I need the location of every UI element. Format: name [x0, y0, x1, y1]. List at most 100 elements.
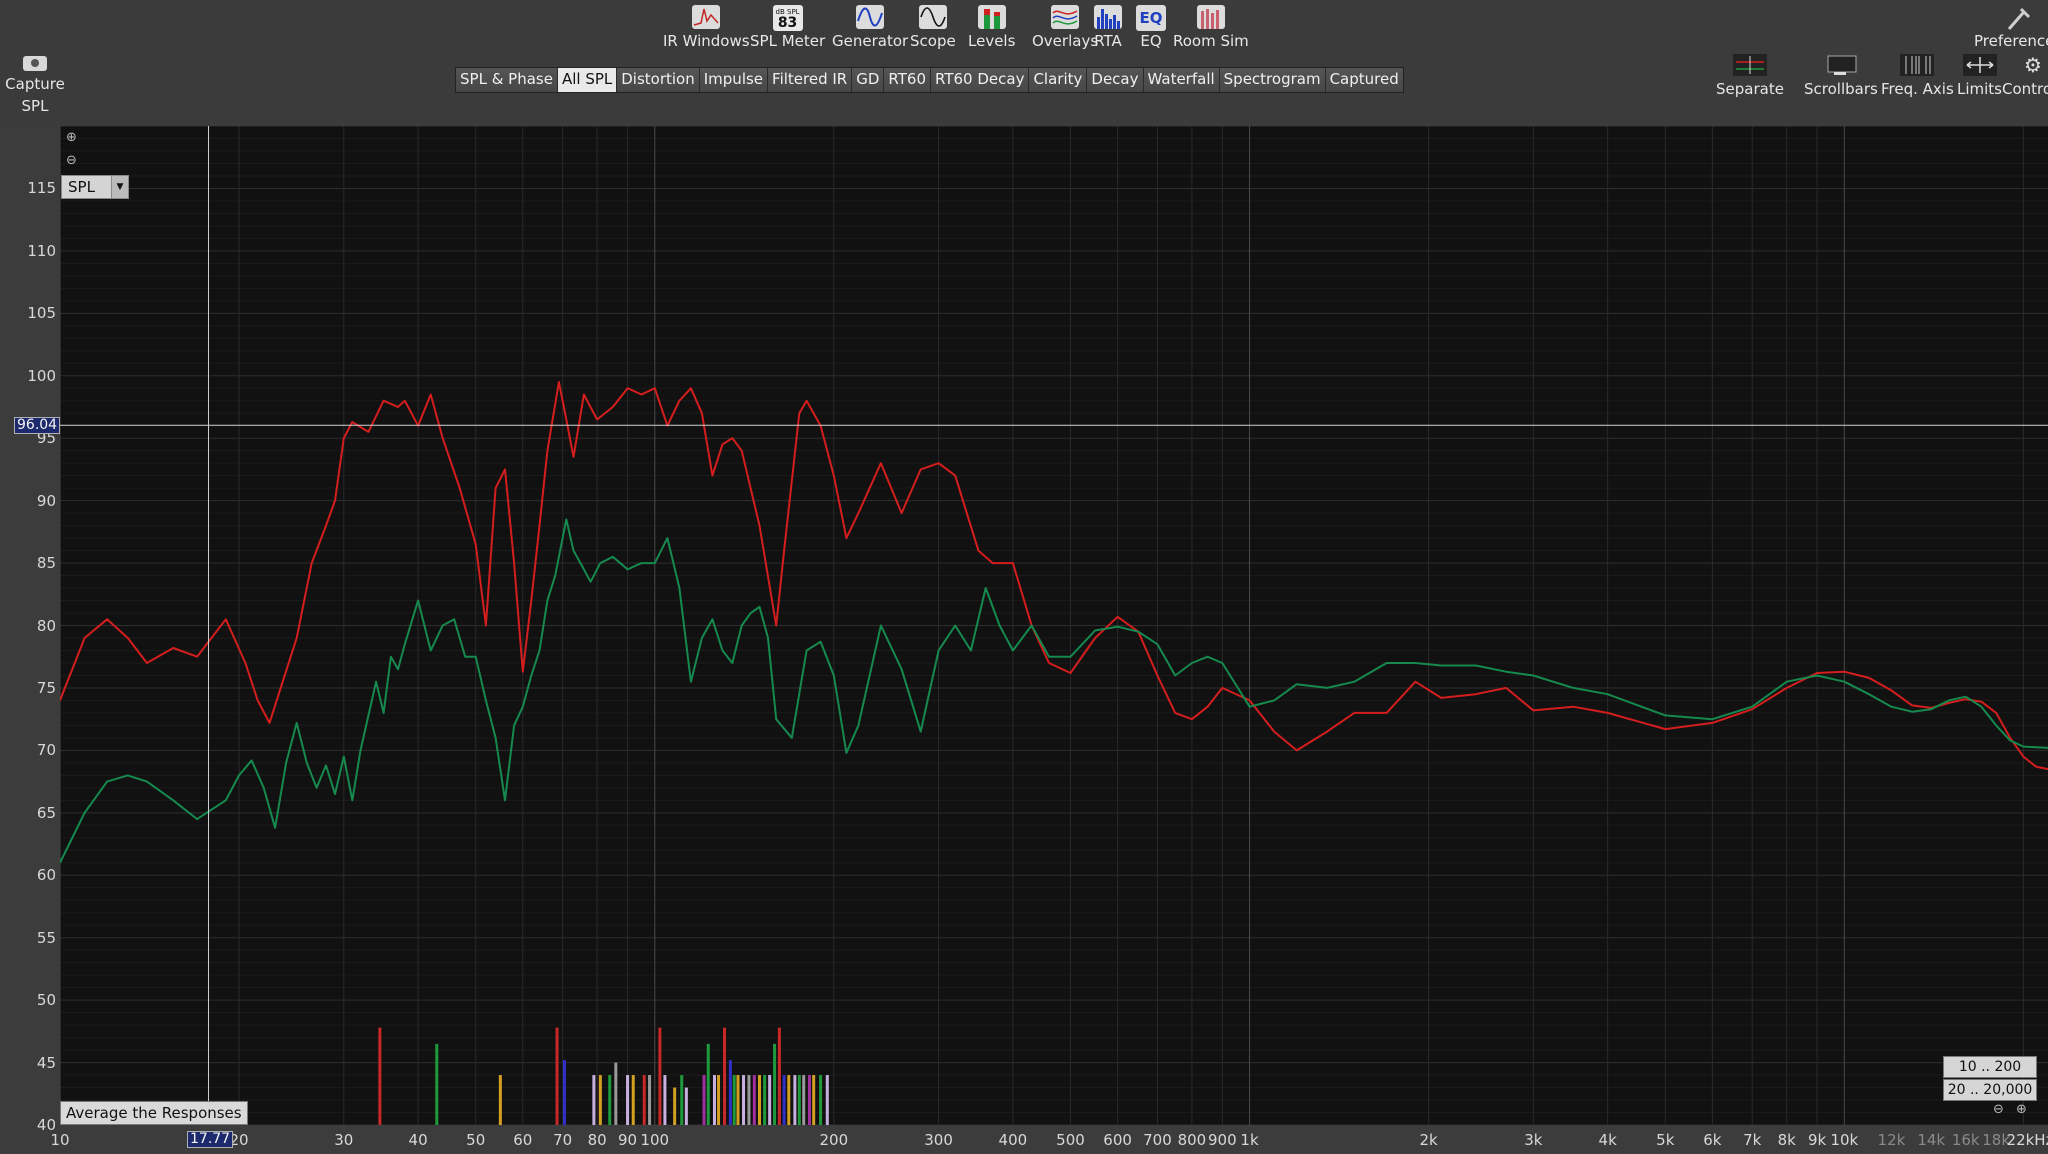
- preferences-button[interactable]: Preferences: [1974, 0, 2048, 50]
- limits-label: Limits: [1957, 80, 2002, 98]
- x-tick-label: 3k: [1524, 1131, 1543, 1149]
- x-tick-label: 900: [1208, 1131, 1237, 1149]
- levels-label: Levels: [968, 32, 1016, 50]
- y-tick-label: 110: [27, 241, 56, 260]
- spl-meter-button[interactable]: dB SPL 83 SPL Meter: [750, 0, 825, 50]
- separate-label: Separate: [1716, 80, 1784, 98]
- rta-button[interactable]: RTA: [1093, 0, 1123, 50]
- y-tick-label: 60: [36, 866, 56, 885]
- x-tick-label: 5k: [1656, 1131, 1675, 1149]
- scrollbars-button[interactable]: Scrollbars: [1804, 54, 1878, 98]
- y-tick-label: 90: [36, 491, 56, 510]
- tab-decay[interactable]: Decay: [1087, 68, 1144, 92]
- tab-impulse[interactable]: Impulse: [699, 68, 769, 92]
- tab-waterfall[interactable]: Waterfall: [1143, 68, 1220, 92]
- x-tick-label: 200: [819, 1131, 849, 1149]
- x-tick-label: 12k: [1877, 1131, 1906, 1149]
- y-tick-label: 80: [36, 616, 56, 635]
- x-tick-label: 8k: [1777, 1131, 1796, 1149]
- spl-dropdown[interactable]: SPL ▼: [61, 175, 129, 199]
- ir-windows-icon: [691, 5, 721, 31]
- tab-distortion[interactable]: Distortion: [617, 68, 700, 92]
- controls-button[interactable]: ⚙ Controls: [2002, 54, 2048, 98]
- preferences-label: Preferences: [1974, 32, 2048, 50]
- zoom-in-x-icon[interactable]: ⊕: [2016, 1102, 2027, 1117]
- separate-button[interactable]: Separate: [1716, 54, 1784, 98]
- scope-label: Scope: [910, 32, 956, 50]
- eq-badge: EQ: [1139, 9, 1163, 27]
- x-tick-label: 70: [553, 1131, 573, 1149]
- ir-windows-button[interactable]: IR Windows: [663, 0, 750, 50]
- range-10-200-button[interactable]: 10 .. 200: [1943, 1056, 2037, 1078]
- capture-label-1: Capture: [5, 75, 65, 93]
- toolbar: Capture SPL IR Windows dB SPL 83 SPL Met…: [0, 0, 2048, 126]
- freq-axis-button[interactable]: Freq. Axis: [1881, 54, 1954, 98]
- x-tick-label: 90: [618, 1131, 638, 1149]
- y-tick-label: 85: [36, 554, 56, 573]
- levels-icon: [977, 5, 1007, 31]
- cursor-x-readout: 17.77: [187, 1131, 234, 1148]
- tab-spectrogram[interactable]: Spectrogram: [1219, 68, 1326, 92]
- zoom-in-icon[interactable]: ⊕: [66, 130, 77, 145]
- tab-clarity[interactable]: Clarity: [1029, 68, 1088, 92]
- levels-button[interactable]: Levels: [968, 0, 1015, 50]
- scrollbars-icon: [1824, 54, 1858, 76]
- generator-icon: [855, 5, 885, 31]
- scrollbars-label: Scrollbars: [1804, 80, 1878, 98]
- spl-meter-badge: 83: [777, 15, 798, 31]
- x-tick-label: 600: [1103, 1131, 1132, 1149]
- range-20-20000-button[interactable]: 20 .. 20,000: [1943, 1079, 2037, 1101]
- spl-meter-label: SPL Meter: [750, 32, 826, 50]
- tab-all-spl[interactable]: All SPL: [557, 68, 618, 92]
- y-tick-label: 105: [27, 304, 56, 323]
- x-tick-label: 60: [513, 1131, 533, 1149]
- series-line-2: [60, 518, 2048, 864]
- zoom-out-icon[interactable]: ⊖: [66, 153, 77, 168]
- x-tick-label: 10: [50, 1131, 70, 1149]
- eq-label: EQ: [1140, 32, 1162, 50]
- separate-icon: [1732, 54, 1767, 76]
- tab-spl-phase[interactable]: SPL & Phase: [456, 68, 558, 92]
- eq-button[interactable]: EQ EQ: [1136, 0, 1166, 50]
- camera-icon: [23, 56, 47, 71]
- x-tick-label: 7k: [1743, 1131, 1762, 1149]
- x-tick-label: 6k: [1703, 1131, 1722, 1149]
- scope-icon: [918, 5, 948, 31]
- spl-graph[interactable]: [60, 126, 2048, 1125]
- x-tick-label: 14k: [1917, 1131, 1946, 1149]
- tab-rt60[interactable]: RT60: [884, 68, 931, 92]
- ir-windows-label: IR Windows: [663, 32, 750, 50]
- x-tick-label: 22kHz: [2006, 1131, 2048, 1149]
- overlays-icon: [1050, 5, 1080, 31]
- rta-icon: [1093, 5, 1123, 31]
- average-responses-button[interactable]: Average the Responses: [60, 1101, 248, 1125]
- capture-label-2: SPL: [21, 97, 49, 115]
- tab-rt60-decay[interactable]: RT60 Decay: [931, 68, 1030, 92]
- x-tick-label: 800: [1177, 1131, 1207, 1149]
- zoom-out-x-icon[interactable]: ⊖: [1993, 1102, 2004, 1117]
- y-tick-label: 45: [36, 1053, 56, 1072]
- preferences-icon: [2003, 5, 2033, 31]
- spl-chart: [60, 126, 2048, 1125]
- y-tick-label: 50: [36, 991, 56, 1010]
- capture-button[interactable]: Capture SPL: [4, 56, 66, 117]
- overlays-button[interactable]: Overlays: [1032, 0, 1098, 50]
- limits-button[interactable]: Limits: [1957, 54, 2002, 98]
- scope-button[interactable]: Scope: [910, 0, 956, 50]
- graph-tabs: SPL & Phase All SPL Distortion Impulse F…: [455, 67, 1404, 93]
- tab-gd[interactable]: GD: [852, 68, 885, 92]
- eq-icon: EQ: [1136, 5, 1166, 31]
- tab-filtered-ir[interactable]: Filtered IR: [768, 68, 853, 92]
- x-tick-label: 30: [334, 1131, 354, 1149]
- generator-button[interactable]: Generator: [832, 0, 908, 50]
- y-tick-label: 40: [36, 1116, 56, 1134]
- rta-label: RTA: [1094, 32, 1122, 50]
- cursor-y-readout: 96.04: [14, 417, 61, 434]
- x-tick-label: 500: [1056, 1131, 1085, 1149]
- tab-captured[interactable]: Captured: [1325, 68, 1403, 92]
- x-tick-label: 400: [998, 1131, 1028, 1149]
- x-tick-label: 80: [587, 1131, 607, 1149]
- freq-axis-label: Freq. Axis: [1881, 80, 1954, 98]
- room-sim-button[interactable]: Room Sim: [1173, 0, 1249, 50]
- x-tick-label: 1k: [1240, 1131, 1259, 1149]
